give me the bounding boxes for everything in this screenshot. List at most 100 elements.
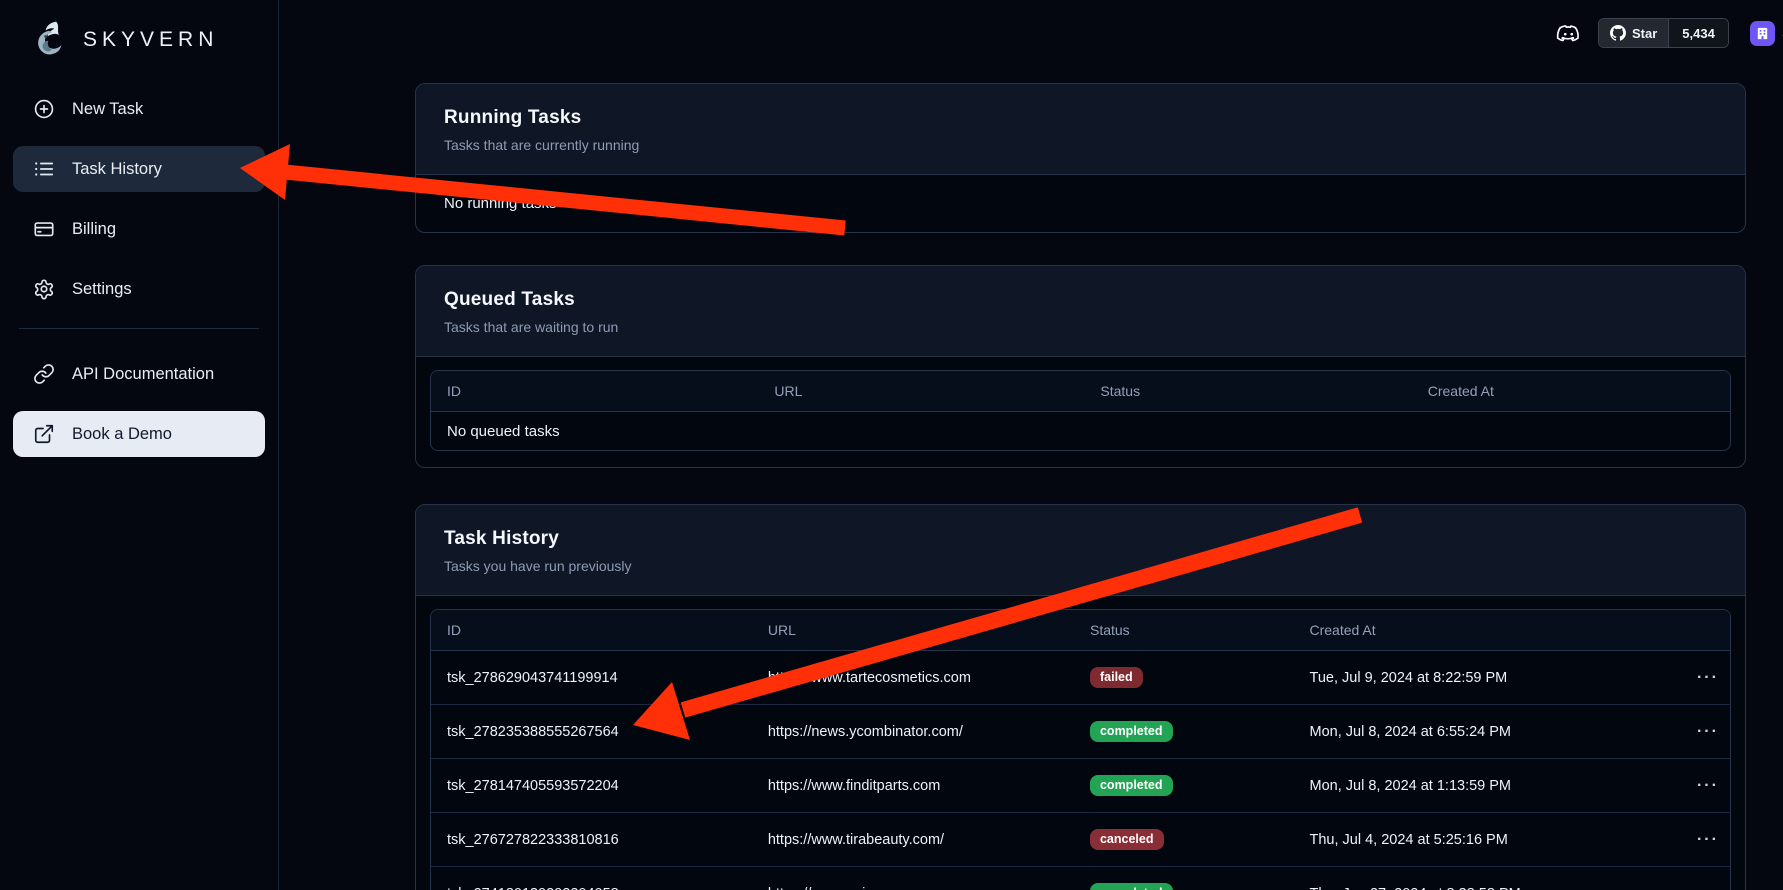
sidebar-divider — [19, 328, 259, 329]
queued-tasks-body: IDURLStatusCreated At No queued tasks — [416, 370, 1745, 451]
column-header: URL — [758, 383, 1084, 399]
running-tasks-panel: Running Tasks Tasks that are currently r… — [415, 83, 1746, 233]
task-row[interactable]: tsk_278147405593572204 https://www.findi… — [431, 759, 1730, 813]
table-header-row: IDURLStatusCreated At — [431, 610, 1730, 651]
status-badge: canceled — [1090, 829, 1164, 851]
column-header: Status — [1084, 383, 1411, 399]
queued-tasks-empty-state: No queued tasks — [431, 412, 1730, 450]
status-badge: completed — [1090, 721, 1173, 743]
github-icon — [1610, 25, 1626, 41]
panel-title: Task History — [444, 527, 1717, 551]
row-actions-ellipsis-icon[interactable] — [1693, 667, 1723, 689]
main-content: Running Tasks Tasks that are currently r… — [415, 83, 1746, 890]
queued-tasks-header: Queued Tasks Tasks that are waiting to r… — [416, 266, 1745, 357]
column-header: Created At — [1294, 622, 1637, 638]
running-tasks-empty-state: No running tasks — [416, 175, 1745, 232]
org-avatar[interactable] — [1750, 21, 1775, 46]
task-actions-cell — [1636, 667, 1731, 689]
task-created-cell: Mon, Jul 8, 2024 at 1:13:59 PM — [1294, 778, 1637, 794]
sidebar-item[interactable]: Book a Demo — [13, 411, 265, 457]
panel-title: Queued Tasks — [444, 288, 1717, 312]
sidebar-item[interactable]: Task History — [13, 146, 265, 192]
task-history-table: IDURLStatusCreated At tsk_27862904374119… — [430, 609, 1731, 890]
queued-tasks-table: IDURLStatusCreated At No queued tasks — [430, 370, 1731, 451]
table-header-row: IDURLStatusCreated At — [431, 371, 1730, 412]
task-history-body: IDURLStatusCreated At tsk_27862904374119… — [416, 609, 1745, 890]
app: SKYVERN New Task Task History Billing Se… — [0, 0, 1783, 890]
task-created-cell: Thu, Jul 4, 2024 at 5:25:16 PM — [1294, 832, 1637, 848]
task-status-cell: failed — [1074, 667, 1294, 689]
task-created-cell: Tue, Jul 9, 2024 at 8:22:59 PM — [1294, 670, 1637, 686]
task-id-cell: tsk_278629043741199914 — [431, 670, 752, 686]
github-star-widget[interactable]: Star 5,434 — [1598, 18, 1729, 48]
task-url-cell: https://www.tartecosmetics.com — [752, 670, 1074, 686]
sidebar: SKYVERN New Task Task History Billing Se… — [0, 0, 279, 890]
status-badge: completed — [1090, 883, 1173, 890]
panel-title: Running Tasks — [444, 106, 1717, 130]
list-icon — [33, 158, 55, 180]
panel-subtitle: Tasks you have run previously — [444, 557, 1717, 575]
sidebar-item[interactable]: New Task — [13, 86, 265, 132]
task-status-cell: completed — [1074, 775, 1294, 797]
task-actions-cell — [1636, 829, 1731, 851]
panel-subtitle: Tasks that are currently running — [444, 136, 1717, 154]
sidebar-item[interactable]: API Documentation — [13, 351, 265, 397]
task-row[interactable]: tsk_278235388555267564 https://news.ycom… — [431, 705, 1730, 759]
queued-tasks-panel: Queued Tasks Tasks that are waiting to r… — [415, 265, 1746, 468]
running-tasks-header: Running Tasks Tasks that are currently r… — [416, 84, 1745, 175]
discord-icon — [1552, 20, 1585, 47]
plus-circle-icon — [33, 98, 55, 120]
task-status-cell: completed — [1074, 883, 1294, 890]
task-id-cell: tsk_278235388555267564 — [431, 724, 752, 740]
column-header: ID — [431, 622, 752, 638]
building-icon — [1755, 26, 1770, 41]
github-star-button[interactable]: Star — [1599, 19, 1668, 47]
task-row[interactable]: tsk_276727822333810816 https://www.tirab… — [431, 813, 1730, 867]
column-header: Status — [1074, 622, 1294, 638]
task-url-cell: https://www.tirabeauty.com/ — [752, 832, 1074, 848]
topbar: Star 5,434 Sk — [1552, 16, 1783, 50]
task-row[interactable]: tsk_278629043741199914 https://www.tarte… — [431, 651, 1730, 705]
column-header: ID — [431, 383, 758, 399]
column-header: Created At — [1412, 383, 1730, 399]
brand-name: SKYVERN — [83, 28, 218, 52]
credit-card-icon — [33, 218, 55, 240]
task-history-panel: Task History Tasks you have run previous… — [415, 504, 1746, 890]
github-star-count[interactable]: 5,434 — [1668, 19, 1728, 47]
status-badge: completed — [1090, 775, 1173, 797]
task-created-cell: Mon, Jul 8, 2024 at 6:55:24 PM — [1294, 724, 1637, 740]
github-star-label: Star — [1632, 26, 1657, 41]
link-icon — [33, 363, 55, 385]
brand-logo-link[interactable]: SKYVERN — [13, 12, 265, 66]
task-status-cell: canceled — [1074, 829, 1294, 851]
row-actions-ellipsis-icon[interactable] — [1693, 775, 1723, 797]
skyvern-dragon-icon — [29, 19, 71, 61]
task-row[interactable]: tsk_274180139292204058 https://www.geico… — [431, 867, 1730, 890]
sidebar-nav: New Task Task History Billing Settings — [13, 86, 265, 312]
status-badge: failed — [1090, 667, 1143, 689]
task-id-cell: tsk_278147405593572204 — [431, 778, 752, 794]
task-actions-cell — [1636, 883, 1731, 890]
panel-subtitle: Tasks that are waiting to run — [444, 318, 1717, 336]
row-actions-ellipsis-icon[interactable] — [1693, 883, 1723, 890]
sidebar-item[interactable]: Settings — [13, 266, 265, 312]
discord-button[interactable] — [1552, 20, 1585, 47]
row-actions-ellipsis-icon[interactable] — [1693, 721, 1723, 743]
sidebar-secondary-nav: API Documentation Book a Demo — [13, 351, 265, 457]
task-id-cell: tsk_276727822333810816 — [431, 832, 752, 848]
task-id-cell: tsk_274180139292204058 — [431, 886, 752, 890]
task-history-rows: tsk_278629043741199914 https://www.tarte… — [431, 651, 1730, 890]
column-header: URL — [752, 622, 1074, 638]
task-history-header: Task History Tasks you have run previous… — [416, 505, 1745, 596]
task-created-cell: Thu, Jun 27, 2024 at 8:38:58 PM — [1294, 886, 1637, 890]
sidebar-item[interactable]: Billing — [13, 206, 265, 252]
gear-icon — [33, 278, 55, 300]
task-status-cell: completed — [1074, 721, 1294, 743]
task-actions-cell — [1636, 775, 1731, 797]
task-url-cell: https://news.ycombinator.com/ — [752, 724, 1074, 740]
row-actions-ellipsis-icon[interactable] — [1693, 829, 1723, 851]
external-link-icon — [33, 423, 55, 445]
task-url-cell: https://www.geico.com — [752, 886, 1074, 890]
task-actions-cell — [1636, 721, 1731, 743]
task-url-cell: https://www.finditparts.com — [752, 778, 1074, 794]
